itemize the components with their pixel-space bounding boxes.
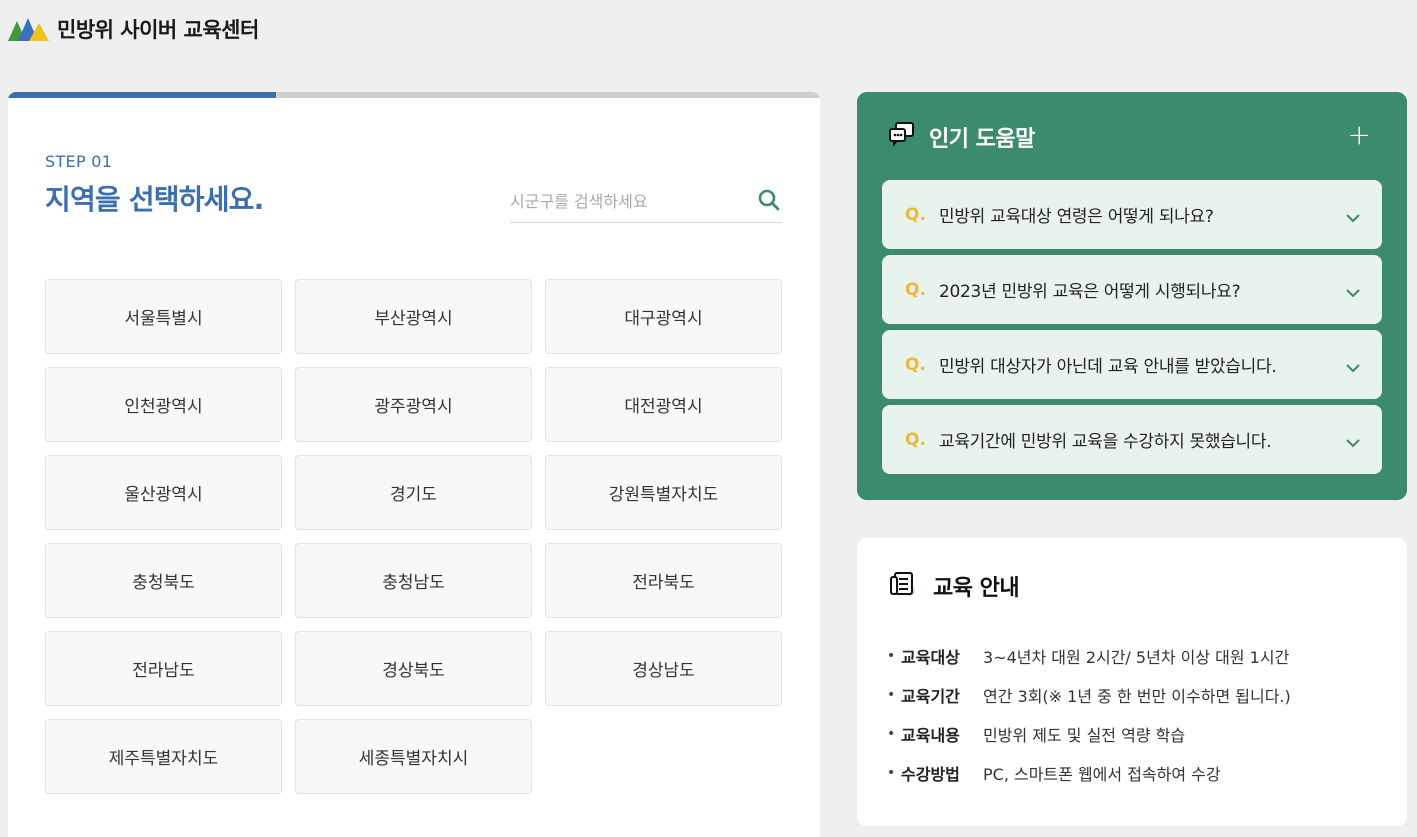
- faq-q-marker: Q.: [905, 354, 926, 375]
- edu-info-value: PC, 스마트폰 웹에서 접속하여 수강: [983, 764, 1221, 784]
- step-progress-fill: [8, 92, 276, 98]
- region-button[interactable]: 전라남도: [45, 631, 282, 706]
- faq-q-marker: Q.: [905, 429, 926, 450]
- chat-bubble-icon: [887, 120, 917, 154]
- edu-info-row: • 수강방법 PC, 스마트폰 웹에서 접속하여 수강: [887, 753, 1291, 792]
- region-select-card: STEP 01 지역을 선택하세요. 서울특별시부산광역시대구광역시인천광역시광…: [8, 92, 820, 837]
- site-header: 민방위 사이버 교육센터: [8, 14, 259, 44]
- faq-question: 교육기간에 민방위 교육을 수강하지 못했습니다.: [939, 432, 1272, 452]
- region-button[interactable]: 광주광역시: [295, 367, 532, 442]
- help-more-button[interactable]: +: [1348, 121, 1371, 149]
- faq-question: 민방위 대상자가 아닌데 교육 안내를 받았습니다.: [939, 357, 1277, 377]
- edu-header: 교육 안내: [889, 570, 1020, 602]
- faq-item[interactable]: Q. 2023년 민방위 교육은 어떻게 시행되나요?: [882, 255, 1382, 324]
- region-button[interactable]: 경상북도: [295, 631, 532, 706]
- region-button[interactable]: 강원특별자치도: [545, 455, 782, 530]
- edu-info-list: • 교육대상 3~4년차 대원 2시간/ 5년차 이상 대원 1시간 • 교육기…: [887, 636, 1291, 792]
- bullet: •: [887, 764, 896, 781]
- edu-info-value: 민방위 제도 및 실전 역량 학습: [983, 725, 1186, 745]
- bullet: •: [887, 725, 896, 742]
- help-header: 인기 도움말: [887, 120, 1035, 154]
- region-button[interactable]: 충청남도: [295, 543, 532, 618]
- edu-info-row: • 교육내용 민방위 제도 및 실전 역량 학습: [887, 714, 1291, 753]
- edu-info-value: 3~4년차 대원 2시간/ 5년차 이상 대원 1시간: [983, 647, 1290, 667]
- chevron-down-icon[interactable]: [1346, 358, 1360, 377]
- region-button[interactable]: 울산광역시: [45, 455, 282, 530]
- faq-q-marker: Q.: [905, 204, 926, 225]
- chevron-down-icon[interactable]: [1346, 208, 1360, 227]
- edu-info-value: 연간 3회(※ 1년 중 한 번만 이수하면 됩니다.): [983, 686, 1291, 706]
- help-title: 인기 도움말: [929, 127, 1035, 152]
- region-button[interactable]: 전라북도: [545, 543, 782, 618]
- faq-question: 민방위 교육대상 연령은 어떻게 되나요?: [939, 207, 1214, 227]
- chevron-down-icon[interactable]: [1346, 283, 1360, 302]
- region-button[interactable]: 제주특별자치도: [45, 719, 282, 794]
- chevron-down-icon[interactable]: [1346, 433, 1360, 452]
- edu-title: 교육 안내: [933, 576, 1020, 601]
- edu-info-label: 수강방법: [901, 764, 960, 784]
- region-button[interactable]: 인천광역시: [45, 367, 282, 442]
- region-button[interactable]: 경상남도: [545, 631, 782, 706]
- bullet: •: [887, 686, 896, 703]
- edu-info-row: • 교육대상 3~4년차 대원 2시간/ 5년차 이상 대원 1시간: [887, 636, 1291, 675]
- faq-q-marker: Q.: [905, 279, 926, 300]
- region-button[interactable]: 대구광역시: [545, 279, 782, 354]
- edu-info-label: 교육내용: [901, 725, 960, 745]
- region-button[interactable]: 충청북도: [45, 543, 282, 618]
- region-button[interactable]: 경기도: [295, 455, 532, 530]
- step-label: STEP 01: [45, 152, 113, 171]
- edu-info-label: 교육대상: [901, 647, 960, 667]
- region-button[interactable]: 서울특별시: [45, 279, 282, 354]
- step-title: 지역을 선택하세요.: [45, 183, 264, 216]
- search-icon[interactable]: [758, 189, 780, 215]
- popular-help-panel: 인기 도움말 + Q. 민방위 교육대상 연령은 어떻게 되나요? Q. 202…: [857, 92, 1407, 500]
- edu-info-label: 교육기간: [901, 686, 960, 706]
- region-button[interactable]: 대전광역시: [545, 367, 782, 442]
- faq-item[interactable]: Q. 민방위 대상자가 아닌데 교육 안내를 받았습니다.: [882, 330, 1382, 399]
- faq-question: 2023년 민방위 교육은 어떻게 시행되나요?: [939, 282, 1241, 302]
- faq-list: Q. 민방위 교육대상 연령은 어떻게 되나요? Q. 2023년 민방위 교육…: [882, 180, 1382, 480]
- region-button[interactable]: 세종특별자치시: [295, 719, 532, 794]
- step-progress-bar: [8, 92, 820, 98]
- region-grid: 서울특별시 부산광역시 대구광역시인천광역시 광주광역시 대전광역시울산광역시 경기도 강원…: [45, 279, 782, 794]
- site-title[interactable]: 민방위 사이버 교육센터: [57, 14, 259, 44]
- education-info-card: 교육 안내 • 교육대상 3~4년차 대원 2시간/ 5년차 이상 대원 1시간…: [857, 538, 1407, 826]
- edu-info-row: • 교육기간 연간 3회(※ 1년 중 한 번만 이수하면 됩니다.): [887, 675, 1291, 714]
- region-button[interactable]: 부산광역시: [295, 279, 532, 354]
- region-search-input[interactable]: [510, 191, 740, 211]
- bullet: •: [887, 647, 896, 664]
- faq-item[interactable]: Q. 교육기간에 민방위 교육을 수강하지 못했습니다.: [882, 405, 1382, 474]
- logo-icon[interactable]: [8, 17, 49, 41]
- faq-item[interactable]: Q. 민방위 교육대상 연령은 어떻게 되나요?: [882, 180, 1382, 249]
- region-search-box: [510, 180, 782, 223]
- document-icon: [889, 570, 917, 602]
